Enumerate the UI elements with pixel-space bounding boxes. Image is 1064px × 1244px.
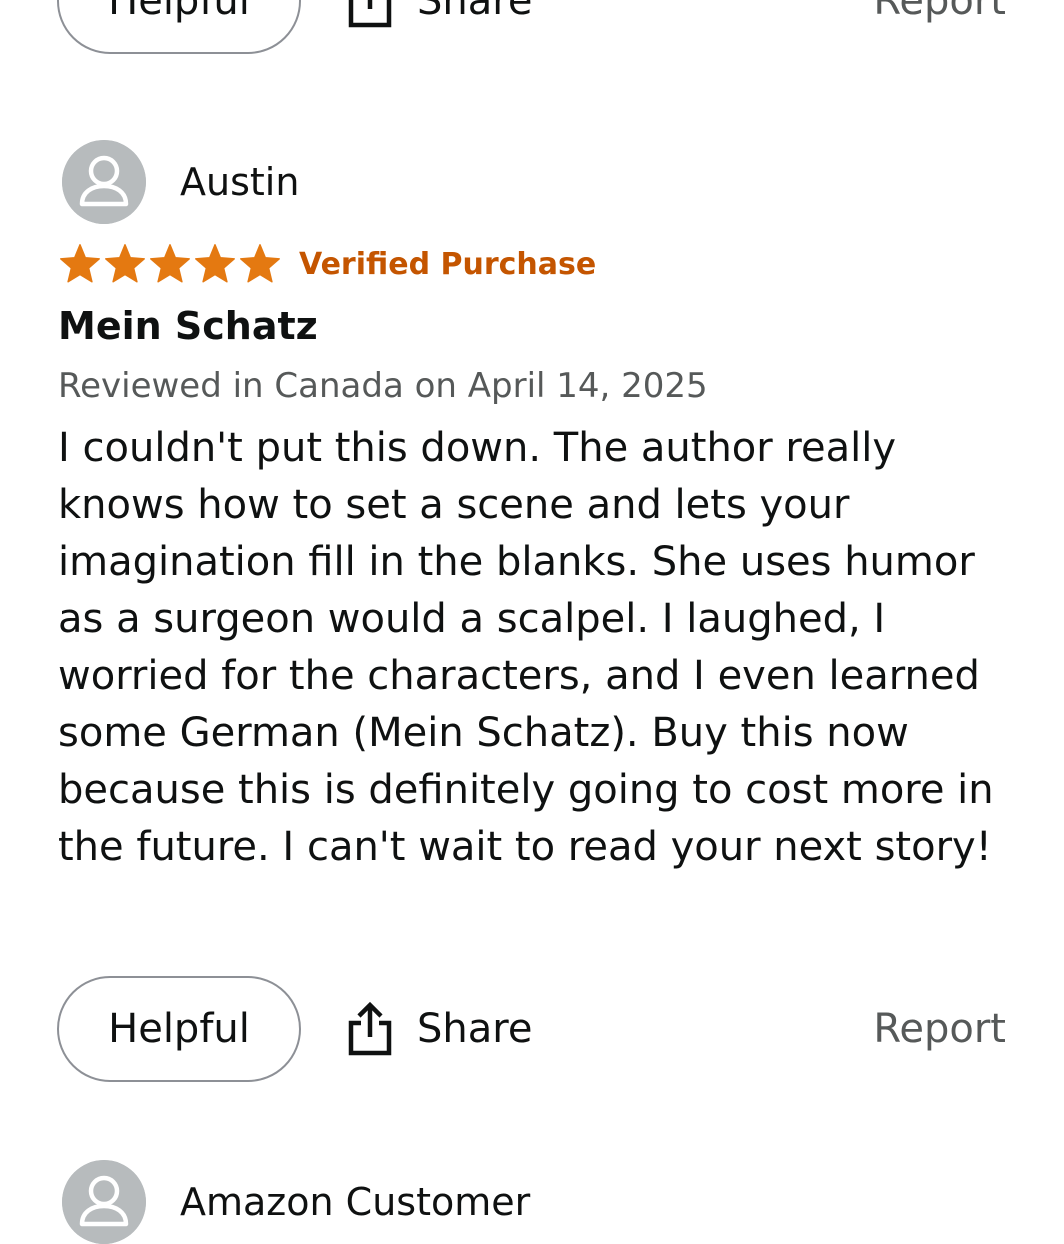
review-title: Mein Schatz (58, 304, 318, 348)
review-actions: Helpful Share Report (0, 976, 1064, 1086)
star-icon (195, 244, 235, 283)
reviewer-name[interactable]: Austin (180, 160, 299, 204)
previous-review-actions: Helpful Share Report (0, 0, 1064, 58)
verified-purchase-badge: Verified Purchase (299, 246, 597, 282)
share-icon (345, 0, 395, 29)
avatar-person-icon (62, 140, 146, 224)
helpful-button[interactable]: Helpful (57, 0, 301, 54)
next-reviewer-header: Amazon Customer (62, 1160, 530, 1244)
report-link[interactable]: Report (873, 0, 1006, 54)
star-icon (240, 244, 280, 283)
share-button[interactable]: Share (345, 0, 532, 54)
rating-row: Verified Purchase (58, 240, 596, 288)
star-icon (60, 244, 100, 283)
share-label: Share (417, 0, 533, 24)
review-date: Reviewed in Canada on April 14, 2025 (58, 366, 708, 406)
review-body: I couldn't put this down. The author rea… (58, 425, 994, 870)
share-button[interactable]: Share (345, 976, 532, 1082)
share-label: Share (417, 1006, 533, 1052)
reviewer-name[interactable]: Amazon Customer (180, 1180, 530, 1224)
star-rating[interactable] (58, 242, 283, 286)
avatar-person-icon (62, 1160, 146, 1244)
report-link[interactable]: Report (873, 976, 1006, 1082)
share-icon (345, 1001, 395, 1057)
star-icon (105, 244, 145, 283)
reviewer-header: Austin (62, 140, 299, 224)
helpful-button[interactable]: Helpful (57, 976, 301, 1082)
star-icon (150, 244, 190, 283)
